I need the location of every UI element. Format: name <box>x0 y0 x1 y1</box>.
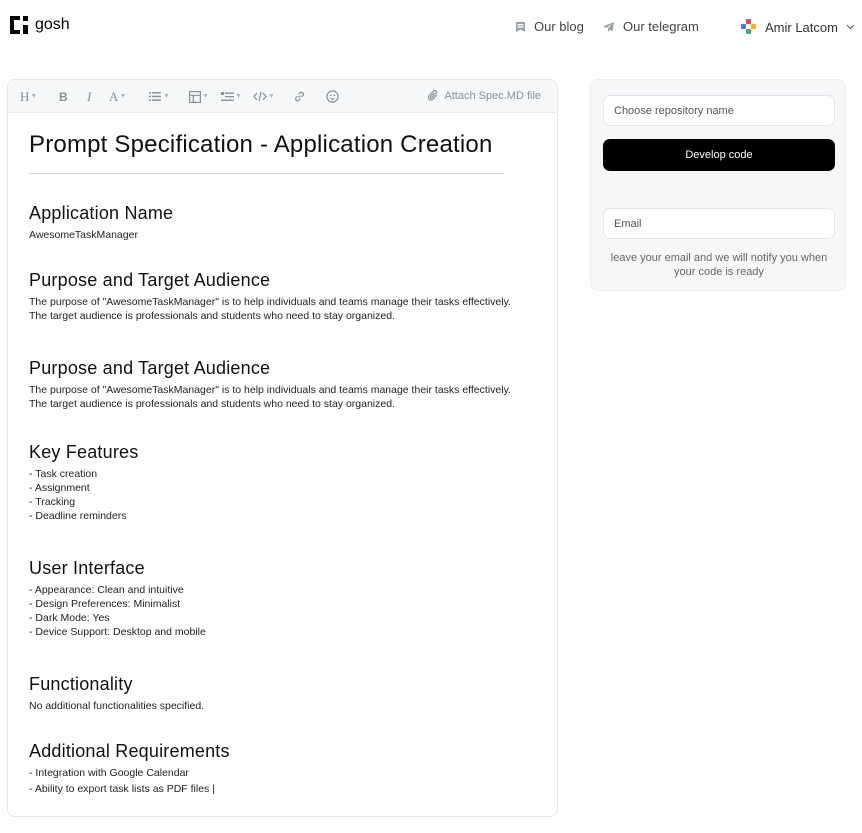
section-key-features: Key Features - Task creation - Assignmen… <box>29 442 138 523</box>
editor-content[interactable]: Prompt Specification - Application Creat… <box>8 133 557 174</box>
heading-button[interactable]: H ▼ <box>20 88 37 105</box>
paperclip-icon <box>428 89 438 101</box>
section-purpose-2: Purpose and Target Audience The purpose … <box>29 358 511 411</box>
develop-panel: Choose repository name Develop code Emai… <box>590 79 846 291</box>
editor-toolbar: H ▼ B I A ▼ ▼ ▼ ▼ ▼ Attach Spec.MD file <box>8 80 557 113</box>
telegram-icon <box>603 21 614 32</box>
emoji-icon <box>326 90 339 103</box>
spec-editor[interactable]: H ▼ B I A ▼ ▼ ▼ ▼ ▼ Attach Spec.MD file … <box>7 79 558 817</box>
section-line: - Integration with Google Calendar <box>29 767 189 779</box>
section-line: The purpose of "AwesomeTaskManager" is t… <box>29 296 511 308</box>
user-menu[interactable]: Amir Latcom <box>741 19 855 35</box>
user-name: Amir Latcom <box>765 19 838 35</box>
blockquote-button[interactable]: ▼ <box>221 88 242 105</box>
email-field[interactable]: Email <box>603 208 835 239</box>
section-purpose-1: Purpose and Target Audience The purpose … <box>29 270 511 323</box>
section-heading: Application Name <box>29 203 174 223</box>
section-line: - Tracking <box>29 496 76 508</box>
section-line: - Appearance: Clean and intuitive <box>29 584 184 596</box>
section-line: AwesomeTaskManager <box>29 229 138 241</box>
font-color-button[interactable]: A ▼ <box>109 88 126 105</box>
section-line: - Ability to export task lists as PDF fi… <box>29 783 215 795</box>
document-title: Prompt Specification - Application Creat… <box>29 131 493 158</box>
notify-note: leave your email and we will notify you … <box>610 252 828 278</box>
italic-icon: I <box>87 88 92 104</box>
table-button[interactable]: ▼ <box>189 88 209 105</box>
link-button[interactable] <box>293 88 306 105</box>
gosh-logo-icon <box>10 16 28 34</box>
chevron-down-icon <box>846 24 855 30</box>
section-line: No additional functionalities specified. <box>29 700 205 712</box>
repository-name-input[interactable]: Choose repository name <box>603 95 835 126</box>
gosh-logo[interactable]: gosh <box>10 16 70 34</box>
nav-blog-link[interactable]: Our blog <box>515 19 584 34</box>
heading-icon: H <box>20 88 30 104</box>
section-line: The target audience is professionals and… <box>29 398 395 410</box>
section-heading: Functionality <box>29 674 133 694</box>
logo-text: gosh <box>35 16 70 33</box>
section-heading: Purpose and Target Audience <box>29 270 271 290</box>
font-color-icon: A <box>109 88 119 104</box>
section-heading: Purpose and Target Audience <box>29 358 271 378</box>
bold-icon: B <box>59 89 68 104</box>
section-application-name: Application Name AwesomeTaskManager <box>29 203 173 242</box>
section-user-interface: User Interface - Appearance: Clean and i… <box>29 558 206 639</box>
section-heading: Additional Requirements <box>29 741 230 761</box>
list-icon <box>149 92 161 101</box>
bold-button[interactable]: B <box>59 88 68 105</box>
section-line: - Dark Mode: Yes <box>29 612 110 624</box>
section-line: The purpose of "AwesomeTaskManager" is t… <box>29 384 511 396</box>
section-line: - Device Support: Desktop and mobile <box>29 626 206 638</box>
section-line: - Deadline reminders <box>29 510 127 522</box>
nav-blog-label: Our blog <box>534 19 584 34</box>
emoji-button[interactable] <box>326 88 339 105</box>
italic-button[interactable]: I <box>87 88 91 105</box>
section-line: - Task creation <box>29 468 98 480</box>
code-button[interactable]: ▼ <box>253 88 275 105</box>
title-divider <box>29 173 504 174</box>
section-line: The target audience is professionals and… <box>29 310 395 322</box>
section-heading: Key Features <box>29 442 139 462</box>
nav-telegram-link[interactable]: Our telegram <box>602 19 699 34</box>
section-heading: User Interface <box>29 558 145 578</box>
book-icon <box>516 21 525 32</box>
attach-label: Attach Spec.MD file <box>444 89 541 102</box>
section-functionality: Functionality No additional functionalit… <box>29 674 204 713</box>
user-avatar-icon <box>741 19 757 35</box>
develop-code-button[interactable]: Develop code <box>603 139 835 171</box>
section-additional-requirements: Additional Requirements - Integration wi… <box>29 741 230 796</box>
nav-telegram-label: Our telegram <box>623 19 699 34</box>
section-line: - Design Preferences: Minimalist <box>29 598 181 610</box>
table-icon <box>189 90 201 103</box>
list-button[interactable]: ▼ <box>149 88 170 105</box>
blockquote-icon <box>221 91 234 101</box>
link-icon <box>295 91 304 102</box>
code-icon <box>253 91 267 102</box>
attach-spec-button[interactable]: Attach Spec.MD file <box>427 89 541 102</box>
section-line: - Assignment <box>29 482 90 494</box>
